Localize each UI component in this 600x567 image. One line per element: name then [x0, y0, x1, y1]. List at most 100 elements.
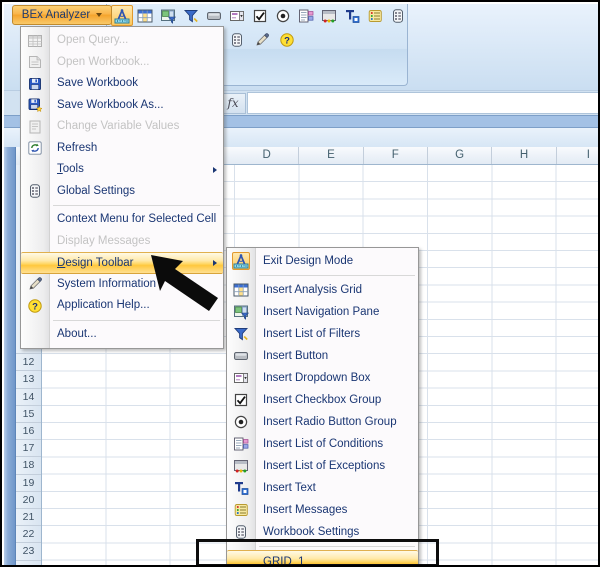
- dropdown-icon: [229, 8, 245, 24]
- menu-item-insert-messages[interactable]: Insert Messages: [227, 499, 418, 521]
- pen-icon: [254, 32, 270, 48]
- toolbar-help-button[interactable]: [276, 29, 298, 50]
- settings-icon: [233, 524, 249, 540]
- toolbar-checkbox-button[interactable]: [249, 5, 271, 26]
- chevron-down-icon: [96, 13, 102, 17]
- column-header-G[interactable]: G: [428, 147, 492, 164]
- row-header-12[interactable]: 12: [16, 354, 41, 371]
- submenu-arrow-icon: [213, 167, 217, 173]
- settings-icon: [390, 8, 406, 24]
- column-header-F[interactable]: F: [364, 147, 428, 164]
- column-header-H[interactable]: H: [492, 147, 556, 164]
- menu-item-exit-design-mode[interactable]: Exit Design Mode: [227, 250, 418, 272]
- design-mode-icon: [233, 253, 249, 269]
- row-header-22[interactable]: 22: [16, 526, 41, 543]
- toolbar-conditions-button[interactable]: [295, 5, 317, 26]
- toolbar-settings-button[interactable]: [387, 5, 409, 26]
- row-header-15[interactable]: 15: [16, 406, 41, 423]
- menu-item-tools[interactable]: Tools: [21, 159, 223, 181]
- row-header-13[interactable]: 13: [16, 371, 41, 388]
- menu-item-change-variable-values[interactable]: Change Variable Values: [21, 116, 223, 138]
- toolbar-messages-button[interactable]: [364, 5, 386, 26]
- menu-item-application-help[interactable]: Application Help...: [21, 295, 223, 317]
- toolbar-radio-button[interactable]: [272, 5, 294, 26]
- messages-icon: [233, 502, 249, 518]
- menu-item-insert-text[interactable]: Insert Text: [227, 477, 418, 499]
- menu-item-label: Open Query...: [57, 34, 128, 46]
- menu-item-save-workbook[interactable]: Save Workbook: [21, 73, 223, 95]
- exceptions-icon: [321, 8, 337, 24]
- row-header-19[interactable]: 19: [16, 475, 41, 492]
- menu-item-context-menu-for-selected-cell[interactable]: Context Menu for Selected Cell: [21, 209, 223, 231]
- pen-icon: [26, 275, 44, 293]
- menu-item-label: Refresh: [57, 142, 97, 154]
- toolbar-button-button[interactable]: [203, 5, 225, 26]
- menu-item-insert-radio-button-group[interactable]: Insert Radio Button Group: [227, 411, 418, 433]
- menu-item-insert-list-of-filters[interactable]: Insert List of Filters: [227, 323, 418, 345]
- toolbar-analysis-grid-button[interactable]: [134, 5, 156, 26]
- menu-item-display-messages[interactable]: Display Messages: [21, 231, 223, 253]
- conditions-icon: [232, 435, 250, 453]
- menu-item-insert-checkbox-group[interactable]: Insert Checkbox Group: [227, 389, 418, 411]
- menu-item-label: GRID_1: [263, 556, 305, 567]
- menu-item-label: Save Workbook: [57, 77, 138, 89]
- menu-item-insert-list-of-conditions[interactable]: Insert List of Conditions: [227, 433, 418, 455]
- row-header-16[interactable]: 16: [16, 423, 41, 440]
- menu-item-label: Insert Radio Button Group: [263, 416, 397, 428]
- toolbar-navigation-pane-button[interactable]: [157, 5, 179, 26]
- menu-item-insert-navigation-pane[interactable]: Insert Navigation Pane: [227, 301, 418, 323]
- menu-item-grid-1[interactable]: GRID_1: [227, 550, 418, 567]
- analysis-grid-icon: [233, 282, 249, 298]
- menu-item-system-information[interactable]: System Information: [21, 274, 223, 296]
- row-header-23[interactable]: 23: [16, 543, 41, 560]
- menu-separator: [21, 317, 223, 324]
- design-mode-icon: [232, 252, 250, 270]
- menu-item-label: Insert Messages: [263, 504, 347, 516]
- formula-input[interactable]: [247, 92, 599, 114]
- bex-analyzer-menu-button[interactable]: BEx Analyzer: [12, 5, 112, 25]
- column-header-D[interactable]: D: [235, 147, 299, 164]
- menu-item-design-toolbar[interactable]: Design Toolbar: [21, 252, 223, 274]
- settings-icon: [232, 523, 250, 541]
- menu-item-workbook-settings[interactable]: Workbook Settings: [227, 521, 418, 543]
- menu-separator: [227, 272, 418, 279]
- dropdown-icon: [232, 369, 250, 387]
- settings-icon: [27, 183, 43, 199]
- row-header-20[interactable]: 20: [16, 492, 41, 509]
- menu-item-label: Open Workbook...: [57, 56, 149, 68]
- toolbar-design-mode-button[interactable]: [111, 5, 133, 26]
- menu-item-save-workbook-as[interactable]: Save Workbook As...: [21, 95, 223, 117]
- toolbar-settings-button[interactable]: [226, 29, 248, 50]
- column-header-E[interactable]: E: [299, 147, 363, 164]
- row-header-24[interactable]: 24: [16, 561, 41, 567]
- menu-item-insert-analysis-grid[interactable]: Insert Analysis Grid: [227, 279, 418, 301]
- menu-item-open-workbook[interactable]: Open Workbook...: [21, 52, 223, 74]
- navigation-pane-icon: [233, 304, 249, 320]
- pen-icon: [27, 276, 43, 292]
- menu-item-insert-list-of-exceptions[interactable]: Insert List of Exceptions: [227, 455, 418, 477]
- toolbar-filter-button[interactable]: [180, 5, 202, 26]
- toolbar-pen-button[interactable]: [251, 29, 273, 50]
- toolbar-exceptions-button[interactable]: [318, 5, 340, 26]
- row-header-18[interactable]: 18: [16, 457, 41, 474]
- radio-icon: [233, 414, 249, 430]
- settings-icon: [229, 32, 245, 48]
- menu-item-about[interactable]: About...: [21, 324, 223, 346]
- menu-item-insert-dropdown-box[interactable]: Insert Dropdown Box: [227, 367, 418, 389]
- column-header-I[interactable]: I: [557, 147, 600, 164]
- menu-item-open-query[interactable]: Open Query...: [21, 30, 223, 52]
- menu-item-label: Design Toolbar: [57, 257, 134, 269]
- row-header-17[interactable]: 17: [16, 440, 41, 457]
- menu-item-global-settings[interactable]: Global Settings: [21, 181, 223, 203]
- toolbar-dropdown-button[interactable]: [226, 5, 248, 26]
- toolbar-text-button[interactable]: [341, 5, 363, 26]
- menu-item-refresh[interactable]: Refresh: [21, 138, 223, 160]
- analysis-grid-icon: [232, 281, 250, 299]
- change-variables-icon: [27, 119, 43, 135]
- row-header-21[interactable]: 21: [16, 509, 41, 526]
- save-icon: [27, 76, 43, 92]
- row-header-14[interactable]: 14: [16, 389, 41, 406]
- menu-separator: [21, 202, 223, 209]
- menu-item-insert-button[interactable]: Insert Button: [227, 345, 418, 367]
- help-icon: [279, 32, 295, 48]
